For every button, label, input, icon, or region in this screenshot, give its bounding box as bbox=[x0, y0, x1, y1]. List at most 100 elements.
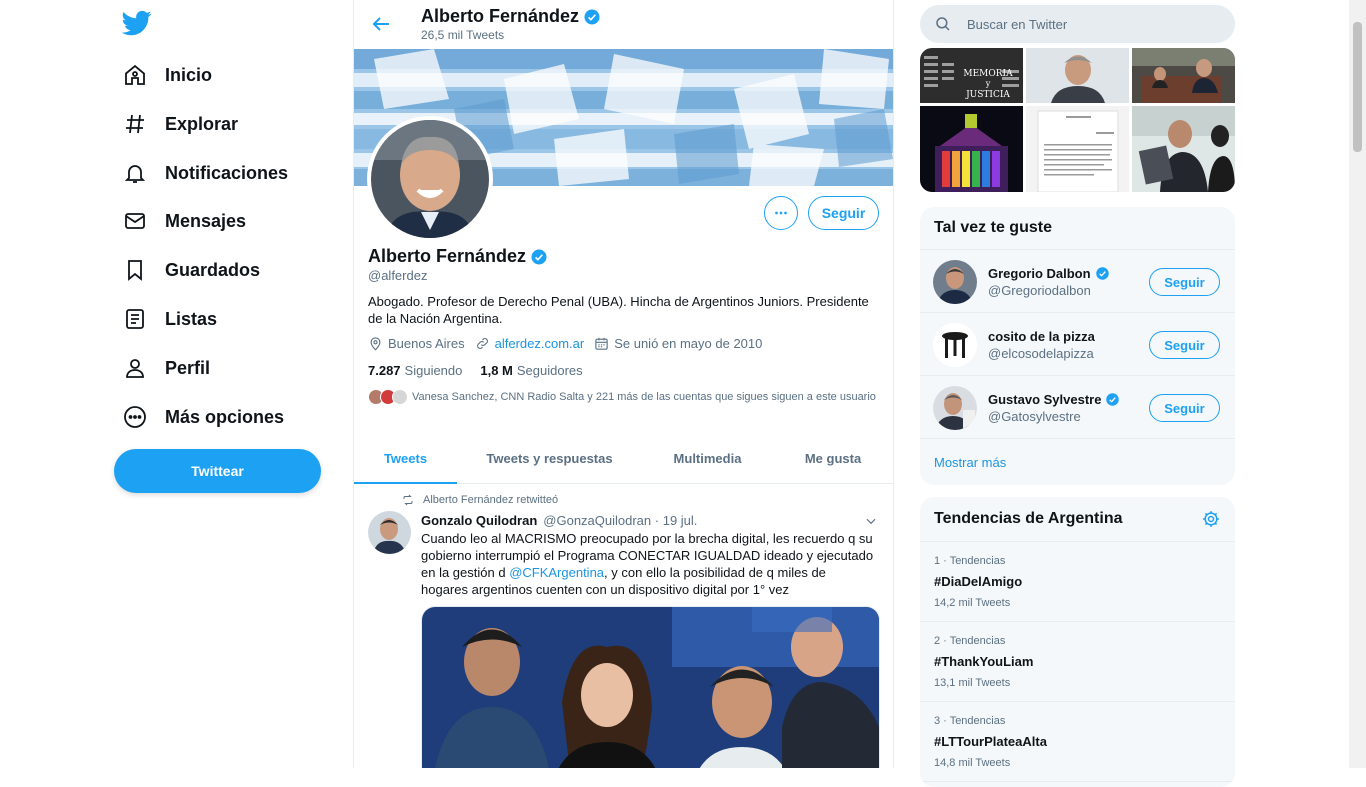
suggestion-name-text: cosito de la pizza bbox=[988, 329, 1095, 344]
suggestion-name: cosito de la pizza bbox=[988, 329, 1095, 344]
header-name: Alberto Fernández bbox=[421, 6, 601, 27]
followers-count: 1,8 M bbox=[480, 363, 513, 378]
joined-text: Se unió en mayo de 2010 bbox=[614, 336, 763, 351]
following-count: 7.287 bbox=[368, 363, 401, 378]
more-circle-icon bbox=[122, 404, 148, 430]
nav-label: Inicio bbox=[165, 64, 213, 85]
tab-me-gusta[interactable]: Me gusta bbox=[773, 434, 893, 483]
header-tweet-count: 26,5 mil Tweets bbox=[421, 28, 505, 42]
known-followers-avatars[interactable] bbox=[368, 389, 408, 405]
mail-icon bbox=[122, 208, 148, 234]
nav-item-inicio[interactable]: Inicio bbox=[122, 55, 212, 95]
show-more-link[interactable]: Mostrar más bbox=[920, 439, 1235, 485]
scrollbar-thumb[interactable] bbox=[1353, 22, 1362, 152]
tweet-author-handle[interactable]: @GonzaQuilodran bbox=[543, 513, 651, 528]
nav-item-guardados[interactable]: Guardados bbox=[122, 250, 260, 290]
nav-item-notificaciones[interactable]: Notificaciones bbox=[122, 153, 288, 193]
tweet-mention-link[interactable]: @CFKArgentina bbox=[509, 565, 604, 580]
media-thumb-2[interactable] bbox=[1026, 48, 1129, 103]
more-options-button[interactable] bbox=[764, 196, 798, 230]
trend-tag: #LTTourPlateaAlta bbox=[934, 734, 1047, 749]
twitter-bird-icon[interactable] bbox=[122, 8, 152, 38]
panel-title-text: Tal vez te guste bbox=[934, 219, 1052, 236]
follow-button[interactable]: Seguir bbox=[1149, 331, 1220, 359]
profile-avatar[interactable] bbox=[367, 116, 493, 242]
known-followers-text[interactable]: Vanesa Sanchez, CNN Radio Salta y 221 má… bbox=[412, 389, 882, 405]
location-text: Buenos Aires bbox=[388, 336, 465, 351]
follow-button[interactable]: Seguir bbox=[1149, 394, 1220, 422]
gear-icon[interactable] bbox=[1201, 509, 1221, 529]
media-thumb-6[interactable] bbox=[1132, 106, 1235, 192]
bookmark-icon bbox=[122, 257, 148, 283]
tweet-media-image[interactable] bbox=[421, 606, 880, 768]
trend-meta: 3 · Tendencias bbox=[934, 715, 1006, 727]
follow-button[interactable]: Seguir bbox=[1149, 268, 1220, 296]
nav-label: Mensajes bbox=[165, 210, 247, 231]
avatar[interactable] bbox=[933, 260, 977, 304]
trend-item[interactable]: 3 · Tendencias #LTTourPlateaAlta 14,8 mi… bbox=[920, 702, 1235, 782]
tweet-author-name[interactable]: Gonzalo Quilodran bbox=[421, 513, 537, 528]
avatar bbox=[392, 389, 408, 405]
trends-panel: Tendencias de Argentina 1 · Tendencias #… bbox=[920, 497, 1235, 787]
nav-label: Explorar bbox=[165, 113, 239, 134]
page-scrollbar[interactable] bbox=[1349, 0, 1366, 768]
trend-meta: 1 · Tendencias bbox=[934, 555, 1006, 567]
joined-date: Se unió en mayo de 2010 bbox=[594, 336, 762, 351]
media-thumb-5[interactable] bbox=[1026, 106, 1129, 192]
media-thumb-text: MEMORIA bbox=[963, 69, 1013, 79]
trend-count: 14,2 mil Tweets bbox=[934, 597, 1011, 609]
media-thumb-3[interactable] bbox=[1132, 48, 1235, 103]
tweet-author-avatar[interactable] bbox=[368, 511, 411, 554]
profile-name-text: Alberto Fernández bbox=[368, 246, 527, 266]
nav-item-mas-opciones[interactable]: Más opciones bbox=[122, 397, 284, 437]
nav-item-listas[interactable]: Listas bbox=[122, 299, 217, 339]
suggestion-handle: @Gatosylvestre bbox=[988, 409, 1081, 424]
media-thumb-text: y bbox=[985, 79, 991, 88]
suggestion-item[interactable]: cosito de la pizza @elcosodelapizza Segu… bbox=[920, 313, 1235, 376]
website-link[interactable]: alferdez.com.ar bbox=[495, 336, 585, 351]
back-arrow-icon[interactable] bbox=[369, 12, 393, 36]
person-icon bbox=[122, 355, 148, 381]
follow-button[interactable]: Seguir bbox=[808, 196, 879, 230]
chevron-down-icon[interactable] bbox=[864, 514, 878, 528]
trend-count: 13,1 mil Tweets bbox=[934, 677, 1011, 689]
suggestion-item[interactable]: Gregorio Dalbon @Gregoriodalbon Seguir bbox=[920, 250, 1235, 313]
trend-item[interactable]: 2 · Tendencias #ThankYouLiam 13,1 mil Tw… bbox=[920, 622, 1235, 702]
search-bar[interactable] bbox=[920, 5, 1235, 43]
suggestion-handle: @Gregoriodalbon bbox=[988, 283, 1091, 298]
nav-label: Listas bbox=[165, 308, 218, 329]
profile-stats: 7.287 Siguiendo 1,8 M Seguidores bbox=[368, 363, 601, 378]
tab-multimedia[interactable]: Multimedia bbox=[642, 434, 773, 483]
verified-badge-icon bbox=[584, 9, 600, 24]
suggestion-name-text: Gustavo Sylvestre bbox=[988, 392, 1102, 407]
search-input[interactable] bbox=[965, 15, 1209, 33]
verified-badge-icon bbox=[1106, 393, 1120, 406]
tab-tweets-y-respuestas[interactable]: Tweets y respuestas bbox=[457, 434, 642, 483]
tweet-button[interactable]: Twittear bbox=[114, 449, 321, 493]
search-icon bbox=[936, 17, 950, 31]
verified-badge-icon bbox=[1095, 267, 1109, 280]
nav-item-mensajes[interactable]: Mensajes bbox=[122, 201, 246, 241]
nav-item-perfil[interactable]: Perfil bbox=[122, 348, 210, 388]
trend-item[interactable]: 1 · Tendencias #DiaDelAmigo 14,2 mil Twe… bbox=[920, 542, 1235, 622]
media-thumb-4[interactable] bbox=[920, 106, 1023, 192]
bell-icon bbox=[122, 160, 148, 186]
nav-item-explorar[interactable]: Explorar bbox=[122, 104, 238, 144]
following-stat[interactable]: 7.287 Siguiendo bbox=[368, 363, 462, 378]
followers-stat[interactable]: 1,8 M Seguidores bbox=[480, 363, 582, 378]
avatar[interactable] bbox=[933, 386, 977, 430]
link-icon bbox=[476, 338, 488, 349]
hashtag-icon bbox=[122, 111, 148, 137]
calendar-icon bbox=[595, 337, 608, 350]
home-icon bbox=[122, 62, 148, 88]
panel-title: Tal vez te guste bbox=[920, 207, 1235, 250]
tab-tweets[interactable]: Tweets bbox=[354, 434, 457, 484]
tweet-date[interactable]: · 19 jul. bbox=[655, 513, 698, 528]
media-thumb-1[interactable]: MEMORIA y JUSTICIA bbox=[920, 48, 1023, 103]
profile-name: Alberto Fernández bbox=[368, 246, 548, 267]
profile-column: Alberto Fernández 26,5 mil Tweets Seguir… bbox=[353, 0, 894, 768]
suggestion-item[interactable]: Gustavo Sylvestre @Gatosylvestre Seguir bbox=[920, 376, 1235, 439]
suggestion-name: Gregorio Dalbon bbox=[988, 266, 1110, 281]
avatar[interactable] bbox=[933, 323, 977, 367]
profile-handle: @alferdez bbox=[368, 268, 428, 283]
